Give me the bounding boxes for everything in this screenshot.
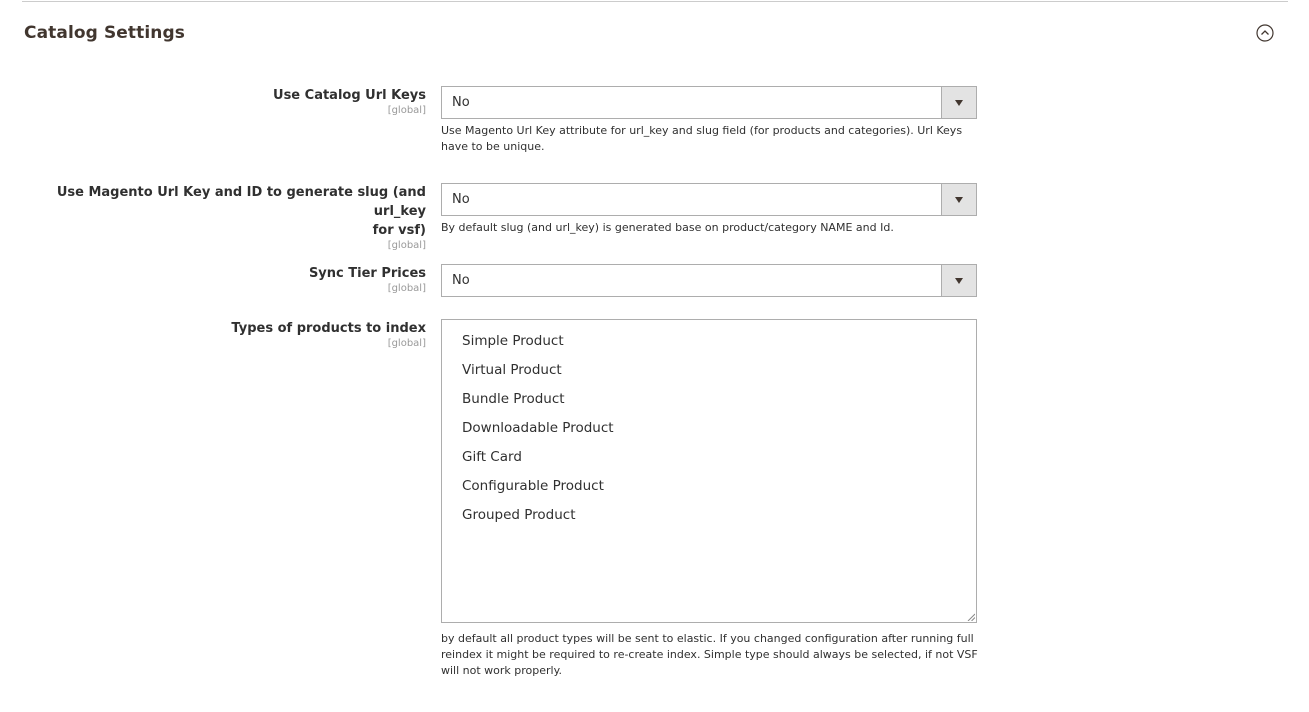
section-top-divider — [22, 1, 1288, 2]
option-downloadable-product[interactable]: Downloadable Product — [462, 418, 614, 438]
scope-label: [global] — [387, 240, 426, 251]
chevron-up-circle-icon[interactable] — [1256, 24, 1274, 42]
select-value: No — [452, 273, 470, 288]
field-label-block: Use Catalog Url Keys [global] — [26, 86, 426, 117]
use-catalog-url-keys-select[interactable]: No — [441, 86, 977, 119]
resize-grip-icon[interactable] — [967, 613, 975, 621]
option-simple-product[interactable]: Simple Product — [462, 331, 564, 351]
dropdown-button[interactable] — [941, 87, 976, 118]
scope-label: [global] — [387, 338, 426, 349]
field-label-line-2: for vsf) — [372, 223, 426, 238]
field-label: Types of products to index — [231, 321, 426, 336]
field-label: Use Catalog Url Keys — [273, 88, 426, 103]
option-grouped-product[interactable]: Grouped Product — [462, 505, 576, 525]
field-label-line-1: Use Magento Url Key and ID to generate s… — [56, 185, 426, 219]
section-header[interactable]: Catalog Settings — [24, 20, 1286, 48]
field-note: Use Magento Url Key attribute for url_ke… — [441, 124, 963, 153]
triangle-down-icon — [955, 197, 963, 203]
triangle-down-icon — [955, 278, 963, 284]
field-label-block: Use Magento Url Key and ID to generate s… — [26, 183, 426, 252]
option-configurable-product[interactable]: Configurable Product — [462, 476, 604, 496]
field-label-block: Types of products to index [global] — [26, 319, 426, 350]
field-note: by default all product types will be sen… — [441, 632, 978, 677]
dropdown-button[interactable] — [941, 184, 976, 215]
option-bundle-product[interactable]: Bundle Product — [462, 389, 565, 409]
option-virtual-product[interactable]: Virtual Product — [462, 360, 562, 380]
field-note: By default slug (and url_key) is generat… — [441, 221, 894, 234]
select-value: No — [452, 192, 470, 207]
triangle-down-icon — [955, 100, 963, 106]
field-label-block: Sync Tier Prices [global] — [26, 264, 426, 295]
option-gift-card[interactable]: Gift Card — [462, 447, 522, 467]
dropdown-button[interactable] — [941, 265, 976, 296]
scope-label: [global] — [387, 283, 426, 294]
section-title: Catalog Settings — [24, 23, 185, 43]
field-label: Sync Tier Prices — [308, 266, 426, 281]
use-magento-url-key-and-id-select[interactable]: No — [441, 183, 977, 216]
product-types-multiselect[interactable]: Simple Product Virtual Product Bundle Pr… — [441, 319, 977, 623]
scope-label: [global] — [387, 105, 426, 116]
select-value: No — [452, 95, 470, 110]
sync-tier-prices-select[interactable]: No — [441, 264, 977, 297]
